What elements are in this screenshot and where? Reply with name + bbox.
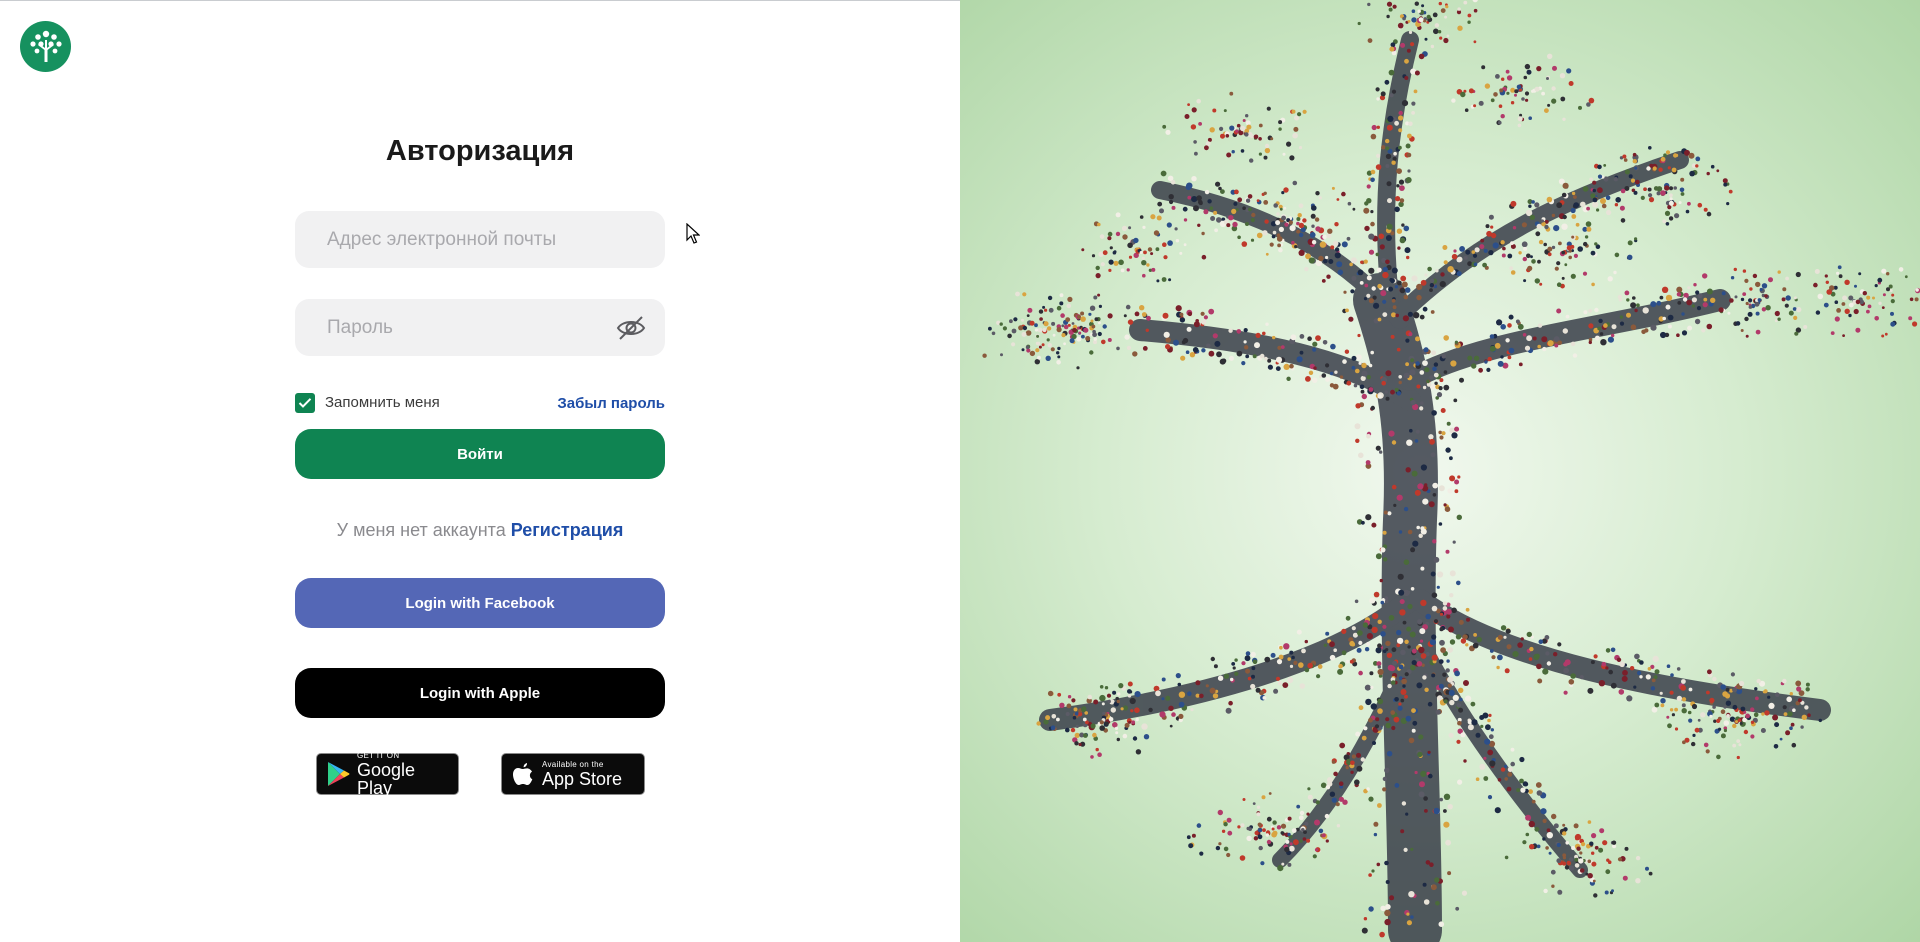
page-title: Авторизация: [385, 135, 575, 167]
register-prompt: У меня нет аккаунта Регистрация: [295, 519, 665, 541]
google-play-big-text: Google Play: [357, 759, 416, 798]
password-field[interactable]: [327, 316, 633, 339]
google-play-small-text: GET IT ON: [357, 750, 400, 760]
check-icon: [298, 398, 312, 408]
login-button[interactable]: Войти: [295, 429, 665, 479]
login-pane: Авторизация Адрес электронной почты Запо…: [0, 0, 960, 942]
remember-me[interactable]: Запомнить меня: [295, 393, 440, 413]
brand-logo[interactable]: [20, 21, 71, 72]
google-play-badge[interactable]: GET IT ON Google Play: [316, 750, 459, 798]
google-play-icon: [328, 762, 350, 786]
forgot-password-link[interactable]: Забыл пароль: [557, 395, 665, 412]
login-form: Авторизация Адрес электронной почты Запо…: [295, 127, 665, 798]
app-store-badges: GET IT ON Google Play Available on the A…: [295, 750, 665, 798]
remember-forgot-row: Запомнить меня Забыл пароль: [295, 392, 665, 414]
mouse-cursor-icon: [686, 223, 700, 244]
people-tree-illustration: [982, 0, 1920, 942]
apple-icon: [513, 763, 533, 785]
app-store-small-text: Available on the: [542, 759, 604, 769]
password-field-container: [295, 299, 665, 356]
apple-login-button[interactable]: Login with Apple: [295, 668, 665, 718]
app-store-badge[interactable]: Available on the App Store: [501, 753, 645, 795]
email-field-container: [295, 211, 665, 268]
register-link[interactable]: Регистрация: [511, 520, 624, 540]
facebook-login-button[interactable]: Login with Facebook: [295, 578, 665, 628]
login-page: Авторизация Адрес электронной почты Запо…: [0, 0, 1920, 942]
eye-off-icon[interactable]: [615, 315, 647, 341]
remember-me-label: Запомнить меня: [325, 394, 440, 411]
remember-me-checkbox[interactable]: [295, 393, 315, 413]
no-account-text: У меня нет аккаунта: [336, 520, 506, 540]
email-field[interactable]: [327, 228, 633, 251]
app-store-big-text: App Store: [542, 768, 623, 789]
hero-image-pane: [960, 0, 1920, 942]
tree-logo-icon: [29, 30, 62, 62]
